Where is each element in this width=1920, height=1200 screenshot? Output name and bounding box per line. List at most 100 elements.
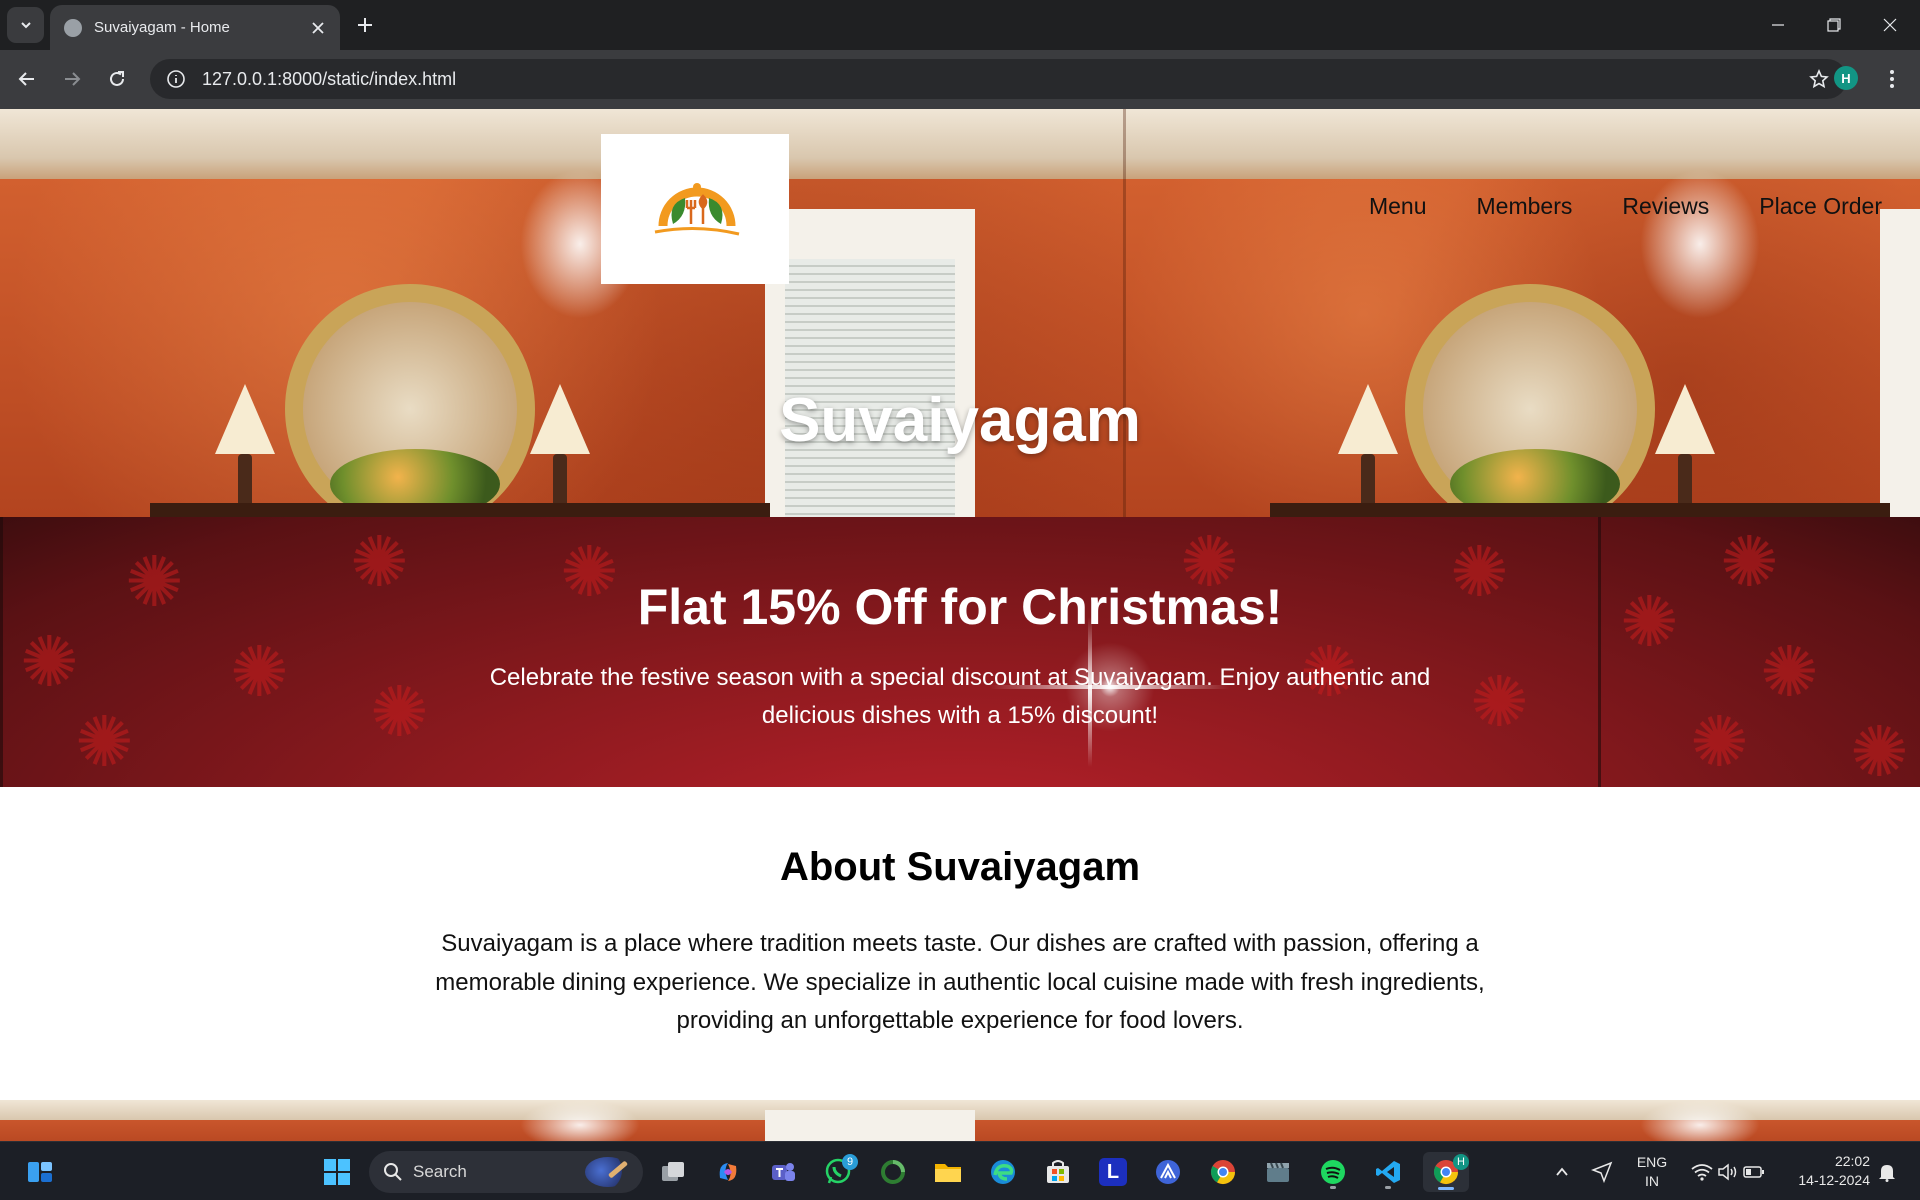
file-explorer-button[interactable]	[928, 1152, 968, 1192]
send-arrow-icon	[1591, 1161, 1613, 1183]
info-icon	[167, 70, 185, 88]
vpn-app-button[interactable]	[1148, 1152, 1188, 1192]
show-hidden-icons-button[interactable]	[1542, 1152, 1582, 1192]
main-navigation: Menu Members Reviews Place Order	[1369, 193, 1882, 220]
console-table-decoration	[1270, 503, 1890, 517]
whatsapp-button[interactable]: 9	[818, 1152, 858, 1192]
chrome-icon	[1210, 1160, 1235, 1185]
snowflake-icon: ✺	[20, 623, 79, 701]
nav-members-link[interactable]: Members	[1477, 193, 1573, 220]
restaurant-logo-icon	[654, 183, 740, 236]
quick-settings-button[interactable]	[1684, 1152, 1772, 1192]
plus-icon	[358, 18, 372, 32]
promo-divider	[0, 517, 3, 787]
address-bar[interactable]: 127.0.0.1:8000/static/index.html	[150, 59, 1847, 99]
reload-button[interactable]	[100, 62, 134, 96]
battery-icon	[1743, 1166, 1764, 1178]
reload-icon	[110, 71, 124, 86]
teams-button[interactable]	[763, 1152, 803, 1192]
start-button[interactable]	[317, 1152, 357, 1192]
widgets-button[interactable]	[20, 1152, 60, 1192]
arrow-left-icon	[18, 72, 34, 86]
folder-icon	[935, 1164, 961, 1182]
chandelier-decoration	[1640, 1100, 1760, 1141]
browser-tab[interactable]: Suvaiyagam - Home	[50, 5, 340, 50]
nav-menu-link[interactable]: Menu	[1369, 193, 1427, 220]
l-app-button[interactable]: L	[1093, 1152, 1133, 1192]
copilot-icon	[719, 1163, 737, 1181]
clapperboard-icon	[1267, 1162, 1289, 1182]
snowflake-icon: ✺	[75, 703, 134, 781]
chandelier-decoration	[1640, 169, 1760, 319]
restore-button[interactable]	[1806, 0, 1862, 50]
spotify-icon	[1321, 1160, 1345, 1184]
restore-icon	[1827, 18, 1841, 32]
clapper-app-button[interactable]	[1258, 1152, 1298, 1192]
spotify-button[interactable]	[1313, 1152, 1353, 1192]
search-icon	[384, 1163, 402, 1181]
snowflake-icon: ✺	[1760, 633, 1819, 711]
window-decoration	[765, 1110, 975, 1141]
language-code: ENG	[1636, 1154, 1668, 1170]
notification-badge: 9	[842, 1154, 858, 1170]
close-icon	[312, 21, 324, 34]
running-indicator	[1385, 1186, 1391, 1189]
task-view-button[interactable]	[653, 1152, 693, 1192]
notifications-button[interactable]	[1872, 1152, 1902, 1192]
snowflake-icon: ✺	[1690, 703, 1749, 781]
running-indicator	[1330, 1186, 1336, 1189]
edge-icon	[991, 1160, 1015, 1184]
copilot-button[interactable]	[708, 1152, 748, 1192]
promo-title: Flat 15% Off for Christmas!	[637, 579, 1283, 635]
site-info-button[interactable]	[156, 59, 196, 99]
close-tab-button[interactable]	[310, 20, 326, 36]
bookmark-button[interactable]	[1799, 59, 1839, 99]
browser-menu-button[interactable]	[1880, 62, 1904, 96]
arrow-right-icon	[65, 72, 81, 86]
volume-icon	[1718, 1163, 1737, 1181]
store-icon	[1047, 1160, 1069, 1183]
widgets-icon	[28, 1162, 52, 1182]
l-app-icon: L	[1099, 1158, 1127, 1186]
star-icon	[1809, 69, 1829, 89]
url-text[interactable]: 127.0.0.1:8000/static/index.html	[202, 69, 1799, 90]
hero-ceiling	[0, 109, 1920, 179]
hero-title: Suvaiyagam	[779, 386, 1141, 455]
clock-date: 14-12-2024	[1798, 1172, 1870, 1188]
region-code: IN	[1645, 1173, 1659, 1189]
taskbar-search[interactable]: Search	[369, 1151, 643, 1193]
profile-avatar[interactable]: H	[1834, 66, 1858, 90]
chrome-button[interactable]	[1203, 1152, 1243, 1192]
vscode-icon	[1376, 1161, 1400, 1183]
language-indicator[interactable]: ENG IN	[1626, 1153, 1678, 1191]
active-indicator	[1438, 1187, 1454, 1190]
close-window-button[interactable]	[1862, 0, 1918, 50]
minimize-icon	[1772, 24, 1784, 26]
new-tab-button[interactable]	[352, 12, 378, 38]
edge-button[interactable]	[983, 1152, 1023, 1192]
chevron-down-icon	[20, 22, 31, 29]
tab-search-button[interactable]	[7, 7, 44, 43]
promo-text: Celebrate the festive season with a spec…	[489, 664, 1431, 729]
wifi-icon	[1691, 1164, 1713, 1181]
microsoft-store-button[interactable]	[1038, 1152, 1078, 1192]
vscode-button[interactable]	[1368, 1152, 1408, 1192]
window-decoration	[1880, 209, 1920, 517]
close-icon	[1883, 18, 1897, 32]
location-button[interactable]	[1582, 1152, 1622, 1192]
site-logo[interactable]	[601, 134, 789, 284]
chrome-active-button[interactable]: H	[1423, 1152, 1469, 1192]
back-button[interactable]	[10, 62, 44, 96]
hero-section: Menu Members Reviews Place Order Suvaiya…	[0, 109, 1920, 517]
promo-banner: ✺ ✺ ✺ ✺ ✺ ✺ ✺ ✺ ✺ ✺ ✺ ✺ ✺ ✺ ✺ ✺	[0, 517, 1920, 787]
clock-time: 22:02	[1834, 1153, 1870, 1169]
bell-icon	[1879, 1165, 1895, 1182]
forward-button[interactable]	[55, 62, 89, 96]
nav-reviews-link[interactable]: Reviews	[1622, 193, 1709, 220]
snowflake-icon: ✺	[370, 673, 429, 751]
clock[interactable]: 22:02 14-12-2024	[1780, 1152, 1870, 1190]
nav-place-order-link[interactable]: Place Order	[1759, 193, 1882, 220]
minimize-button[interactable]	[1750, 0, 1806, 50]
about-title: About Suvaiyagam	[779, 845, 1141, 889]
spinner-app-button[interactable]	[873, 1152, 913, 1192]
